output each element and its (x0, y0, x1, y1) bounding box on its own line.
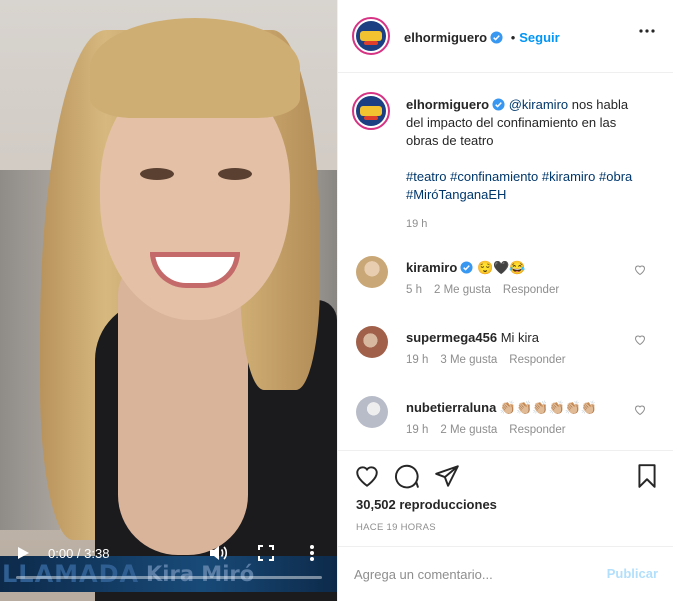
header-username[interactable]: elhormiguero (404, 30, 487, 45)
commenter-avatar[interactable] (356, 396, 388, 428)
comment-likes[interactable]: 3 Me gusta (440, 354, 497, 366)
post-sidebar: elhormiguero • Seguir elhormiguero @kiram… (337, 0, 673, 601)
comment-item: nubetierraluna 👏🏼👏🏼👏🏼👏🏼👏🏼👏🏼 19 h 2 Me gus… (338, 396, 673, 456)
hashtag-link[interactable]: #kiramiro (542, 169, 595, 184)
progress-bar[interactable] (16, 576, 322, 579)
post-header: elhormiguero • Seguir (338, 0, 673, 73)
fullscreen-icon[interactable] (258, 545, 274, 561)
reply-button[interactable]: Responder (503, 284, 559, 296)
comment-username[interactable]: supermega456 (406, 330, 497, 345)
caption-avatar[interactable] (352, 92, 390, 130)
comment-text: Mi kira (500, 330, 539, 345)
heart-icon[interactable] (354, 463, 380, 489)
caption-hashtags: #teatro #confinamiento #kiramiro #obra #… (406, 168, 646, 204)
comment-text: 😌🖤😂 (476, 260, 526, 275)
hashtag-link[interactable]: #MiróTanganaEH (406, 187, 506, 202)
comment-likes[interactable]: 2 Me gusta (434, 284, 491, 296)
ant-logo-icon (356, 96, 386, 126)
post-caption: elhormiguero @kiramiro nos habla del imp… (406, 96, 646, 204)
comment-likes[interactable]: 2 Me gusta (440, 424, 497, 436)
commenter-avatar[interactable] (356, 256, 388, 288)
reply-button[interactable]: Responder (509, 424, 565, 436)
post-time[interactable]: HACE 19 HORAS (356, 522, 436, 533)
play-icon[interactable] (18, 547, 29, 559)
verified-icon (460, 261, 473, 274)
comment-username[interactable]: kiramiro (406, 260, 457, 275)
video-time: 0:00 / 3:38 (48, 546, 110, 561)
verified-icon (490, 31, 503, 44)
hashtag-link[interactable]: #teatro (406, 169, 446, 184)
comment-time: 19 h (406, 424, 429, 436)
comment-item: kiramiro 😌🖤😂 5 h 2 Me gusta Responder (338, 256, 673, 316)
add-comment-bar: Publicar (338, 546, 673, 601)
like-comment-heart-icon[interactable] (634, 264, 646, 276)
comment-text: 👏🏼👏🏼👏🏼👏🏼👏🏼👏🏼 (499, 400, 598, 415)
post-actions: 30,502 reproducciones HACE 19 HORAS (338, 450, 673, 546)
video-frame-eye (218, 168, 252, 180)
comment-icon[interactable] (394, 463, 420, 489)
caption-username[interactable]: elhormiguero (406, 97, 489, 112)
volume-icon[interactable] (208, 544, 228, 562)
commenter-avatar[interactable] (356, 326, 388, 358)
avatar[interactable] (352, 17, 390, 55)
share-icon[interactable] (434, 463, 460, 489)
reply-button[interactable]: Responder (509, 354, 565, 366)
like-comment-heart-icon[interactable] (634, 334, 646, 346)
video-controls: 0:00 / 3:38 (0, 540, 337, 580)
separator-dot: • (510, 30, 516, 45)
view-count[interactable]: 30,502 reproducciones (356, 497, 497, 512)
more-options-icon[interactable] (638, 28, 656, 34)
publish-button[interactable]: Publicar (607, 566, 658, 581)
follow-button[interactable]: Seguir (519, 30, 559, 45)
hashtag-link[interactable]: #obra (599, 169, 632, 184)
ant-logo-icon (356, 21, 386, 51)
more-vertical-icon[interactable] (308, 544, 316, 562)
comment-item: supermega456 Mi kira 19 h 3 Me gusta Respo… (338, 326, 673, 386)
video-frame-eye (140, 168, 174, 180)
hashtag-link[interactable]: #confinamiento (450, 169, 538, 184)
video-player[interactable]: LLAMADA Kira Miró 0:00 / 3:38 (0, 0, 337, 601)
comment-time: 5 h (406, 284, 422, 296)
comment-time: 19 h (406, 354, 429, 366)
comment-username[interactable]: nubetierraluna (406, 400, 496, 415)
caption-mention[interactable]: @kiramiro (509, 97, 568, 112)
comment-input[interactable] (354, 563, 584, 585)
verified-icon (492, 98, 505, 111)
like-comment-heart-icon[interactable] (634, 404, 646, 416)
video-frame-hair-top (90, 18, 300, 118)
caption-timestamp: 19 h (406, 218, 428, 230)
bookmark-icon[interactable] (634, 463, 660, 489)
